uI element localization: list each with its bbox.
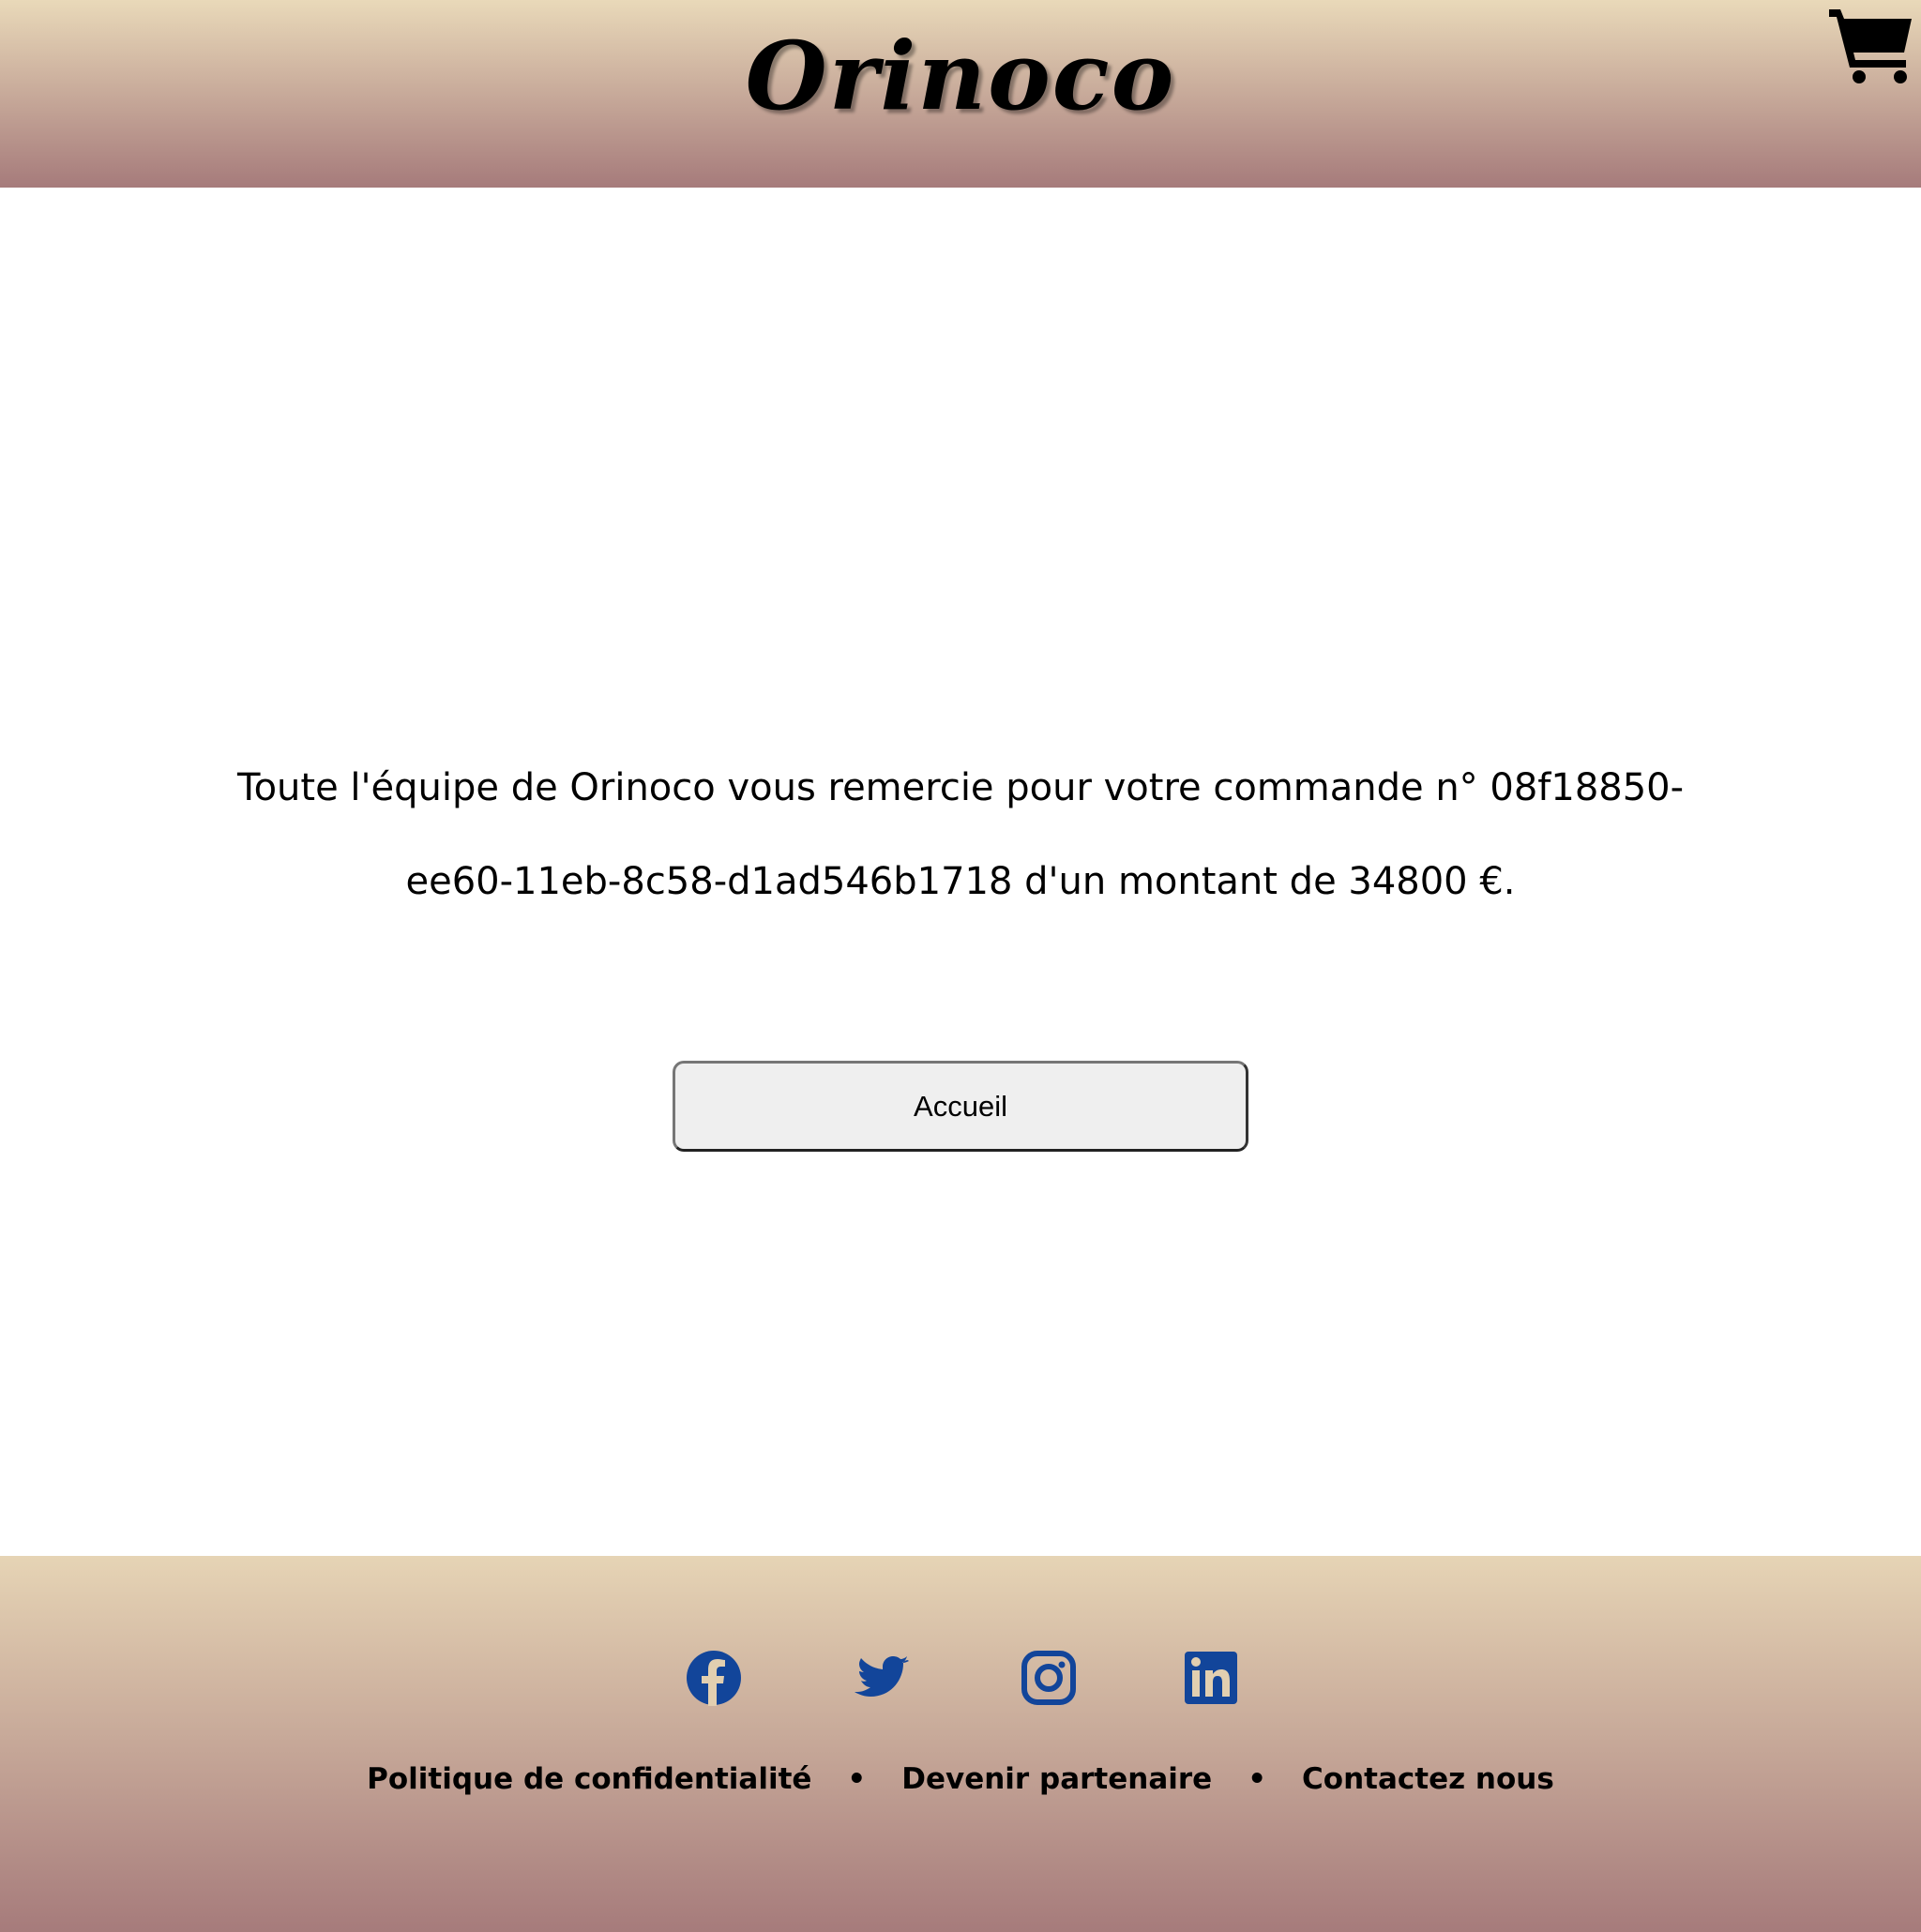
confirmation-line-2: ee60-11eb-8c58-d1ad546b1718 d'un montant…	[405, 860, 1516, 903]
separator: •	[847, 1762, 867, 1796]
order-confirmation-message: Toute l'équipe de Orinoco vous remercie …	[169, 741, 1752, 928]
become-partner-link[interactable]: Devenir partenaire	[901, 1762, 1212, 1796]
linkedin-icon[interactable]	[1183, 1650, 1239, 1706]
footer: Politique de confidentialité • Devenir par…	[0, 1556, 1921, 1932]
separator: •	[1248, 1762, 1267, 1796]
instagram-icon[interactable]	[1021, 1650, 1077, 1706]
home-button[interactable]: Accueil	[673, 1061, 1248, 1152]
logo[interactable]: Orinoco	[0, 21, 1921, 131]
privacy-policy-link[interactable]: Politique de confidentialité	[367, 1762, 811, 1796]
confirmation-line-1: Toute l'équipe de Orinoco vous remercie …	[236, 766, 1685, 809]
header: Orinoco	[0, 0, 1921, 188]
facebook-icon[interactable]	[686, 1650, 742, 1706]
footer-links: Politique de confidentialité • Devenir par…	[0, 1762, 1921, 1796]
contact-link[interactable]: Contactez nous	[1302, 1762, 1554, 1796]
shopping-cart-icon[interactable]	[1827, 6, 1915, 84]
twitter-icon[interactable]	[855, 1650, 911, 1706]
